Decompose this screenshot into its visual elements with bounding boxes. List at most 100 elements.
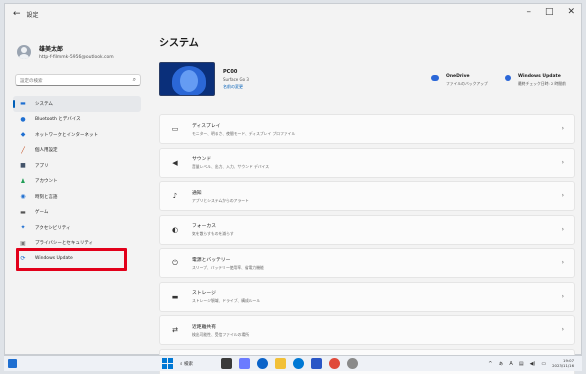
- rename-link[interactable]: 名前の変更: [223, 84, 249, 90]
- maximize-button[interactable]: □: [545, 7, 554, 17]
- settings-card-1[interactable]: ◀ サウンド音量レベル、出力、入力、サウンド デバイス ›: [159, 147, 575, 178]
- privacy-shield-icon: ▣: [20, 239, 26, 247]
- app-title: 設定: [26, 11, 39, 19]
- card-subtitle: 気を散らすものを減らす: [192, 231, 234, 236]
- user-name: 雄美太郎: [39, 46, 64, 53]
- quick-link-onedrive[interactable]: OneDrive ファイルのバックアップ: [431, 74, 488, 87]
- sidebar-item-2[interactable]: ◆ ネットワークとインターネット: [13, 127, 141, 143]
- sidebar: 雄美太郎 http-f-filmmk-5956@outlook.com 設定の検…: [5, 24, 145, 356]
- sidebar-item-label: Bluetooth とデバイス: [35, 117, 81, 123]
- power-icon: ⏻: [172, 258, 178, 267]
- card-subtitle: アプリとシステムからのアラート: [192, 197, 249, 203]
- network-icon: ◆: [20, 131, 26, 139]
- quick-link-subtitle: ファイルのバックアップ: [446, 81, 488, 86]
- battery-icon[interactable]: ▭: [541, 361, 546, 367]
- volume-icon[interactable]: ◀): [530, 361, 536, 367]
- chevron-right-icon: ›: [561, 158, 564, 166]
- card-subtitle: スリープ、バッテリー使用率、省電力機能: [192, 264, 264, 270]
- monitor-icon: ▬: [20, 100, 26, 108]
- settings-card-5[interactable]: ▬ ストレージ ストレージ領域、ドライブ、構成ルール ›: [159, 281, 575, 312]
- settings-card-4[interactable]: ⏻ 電源とバッテリー スリープ、バッテリー使用率、省電力機能 ›: [159, 248, 575, 278]
- chrome-icon[interactable]: [329, 358, 340, 369]
- settings-card-0[interactable]: ▭ ディスプレイ モニター、明るさ、夜間モード、ディスプレイ プロファイル ›: [159, 114, 575, 144]
- sidebar-item-5[interactable]: ♟ アカウント: [13, 174, 141, 190]
- file-explorer-icon[interactable]: [275, 358, 286, 369]
- close-button[interactable]: ✕: [567, 7, 575, 17]
- chevron-right-icon: ›: [561, 192, 564, 199]
- title-bar: ← 設定 – □ ✕: [5, 4, 581, 24]
- taskbar: ⌕ 検索 ^ ぁ A ▤ ◀) ▭ 19:07 2023/11/16: [4, 355, 582, 371]
- sidebar-item-1[interactable]: ● Bluetooth とデバイス: [13, 112, 141, 128]
- user-profile[interactable]: 雄美太郎 http-f-filmmk-5956@outlook.com: [17, 44, 114, 60]
- avatar: [17, 45, 31, 59]
- clock-date: 2023/11/16: [552, 362, 574, 368]
- settings-card-2[interactable]: ♪ 通知 アプリとシステムからのアラート ›: [159, 181, 575, 211]
- card-title: サウンド: [192, 157, 212, 162]
- card-title: フォーカス: [192, 224, 216, 229]
- settings-card-6[interactable]: ⇄ 近距離共有 検出可能性、受信ファイルの場所 ›: [159, 315, 575, 345]
- apps-icon: ■: [20, 162, 26, 170]
- search-placeholder: 設定の検索: [20, 79, 43, 84]
- card-title: 電源とバッテリー: [192, 257, 231, 263]
- onedrive-icon: [431, 75, 439, 81]
- sidebar-item-0[interactable]: ▬ システム: [13, 96, 141, 112]
- taskbar-search[interactable]: ⌕ 検索: [180, 361, 214, 367]
- bluetooth-icon: ●: [20, 115, 26, 123]
- start-button-icon[interactable]: [162, 358, 173, 369]
- card-title: ストレージ: [192, 291, 216, 296]
- clock[interactable]: 19:07 2023/11/16: [552, 358, 574, 368]
- chevron-right-icon: ›: [561, 259, 564, 266]
- sidebar-item-3[interactable]: ╱ 個人用設定: [13, 143, 141, 159]
- window-controls: – □ ✕: [526, 7, 575, 17]
- card-title: ディスプレイ: [192, 123, 221, 129]
- quick-link-subtitle: 最終チェック日時: 2 時間前: [518, 81, 566, 86]
- card-subtitle: 音量レベル、出力、入力、サウンド デバイス: [192, 164, 270, 169]
- search-input[interactable]: 設定の検索 ⌕: [15, 74, 141, 86]
- magnifier-icon: ⌕: [180, 361, 183, 367]
- taskbar-apps: ⌕ 検索: [162, 358, 358, 369]
- accessibility-icon: ✦: [20, 224, 26, 232]
- chevron-right-icon: ›: [561, 326, 564, 333]
- card-title: 近距離共有: [192, 324, 216, 330]
- brush-icon: ╱: [21, 146, 25, 154]
- chevron-right-icon: ›: [561, 125, 564, 132]
- sidebar-item-label: ネットワークとインターネット: [35, 132, 98, 138]
- sidebar-item-label: アクセシビリティ: [35, 225, 71, 231]
- main-content: システム PC00 Surface Go 3 名前の変更 OneDrive ファ…: [153, 24, 581, 374]
- ime-icon[interactable]: ぁ: [498, 360, 503, 367]
- input-mode-icon[interactable]: A: [509, 361, 512, 367]
- display-icon: ▭: [171, 125, 179, 133]
- task-view-icon[interactable]: [221, 358, 232, 369]
- sidebar-item-6[interactable]: ◉ 時刻と言語: [13, 189, 141, 205]
- chevron-right-icon: ›: [561, 225, 564, 233]
- quick-link-windows-update[interactable]: Windows Update 最終チェック日時: 2 時間前: [505, 74, 566, 87]
- card-subtitle: モニター、明るさ、夜間モード、ディスプレイ プロファイル: [192, 130, 296, 136]
- sidebar-item-7[interactable]: ▬ ゲーム: [13, 205, 141, 221]
- card-subtitle: ストレージ領域、ドライブ、構成ルール: [192, 298, 261, 303]
- tray-overflow-icon[interactable]: ^: [488, 361, 492, 367]
- chat-icon[interactable]: [239, 358, 250, 369]
- widgets-icon[interactable]: [8, 359, 17, 368]
- edge-icon[interactable]: [257, 358, 268, 369]
- card-subtitle: 検出可能性、受信ファイルの場所: [192, 331, 249, 337]
- sidebar-item-label: システム: [35, 101, 53, 107]
- sidebar-item-label: アカウント: [35, 179, 58, 185]
- account-icon: ♟: [20, 177, 26, 185]
- device-wallpaper-thumbnail: [159, 62, 215, 96]
- page-title: システム: [159, 38, 199, 49]
- settings-card-3[interactable]: ◐ フォーカス 気を散らすものを減らす ›: [159, 214, 575, 245]
- wifi-icon[interactable]: ▤: [519, 361, 524, 367]
- minimize-button[interactable]: –: [526, 7, 531, 17]
- sidebar-item-8[interactable]: ✦ アクセシビリティ: [13, 220, 141, 236]
- sound-icon: ◀: [172, 158, 178, 167]
- device-name: PC00: [223, 68, 238, 75]
- back-arrow-icon[interactable]: ←: [13, 9, 21, 19]
- sidebar-item-label: アプリ: [35, 163, 49, 169]
- search-icon: ⌕: [132, 76, 136, 83]
- settings-gear-icon[interactable]: [347, 358, 358, 369]
- chevron-right-icon: ›: [561, 292, 564, 300]
- store-icon[interactable]: [311, 358, 322, 369]
- browser-icon[interactable]: [293, 358, 304, 369]
- nav-list: ▬ システム ● Bluetooth とデバイス ◆ ネットワークとインターネット ╱ 個人用…: [13, 96, 141, 267]
- sidebar-item-4[interactable]: ■ アプリ: [13, 158, 141, 174]
